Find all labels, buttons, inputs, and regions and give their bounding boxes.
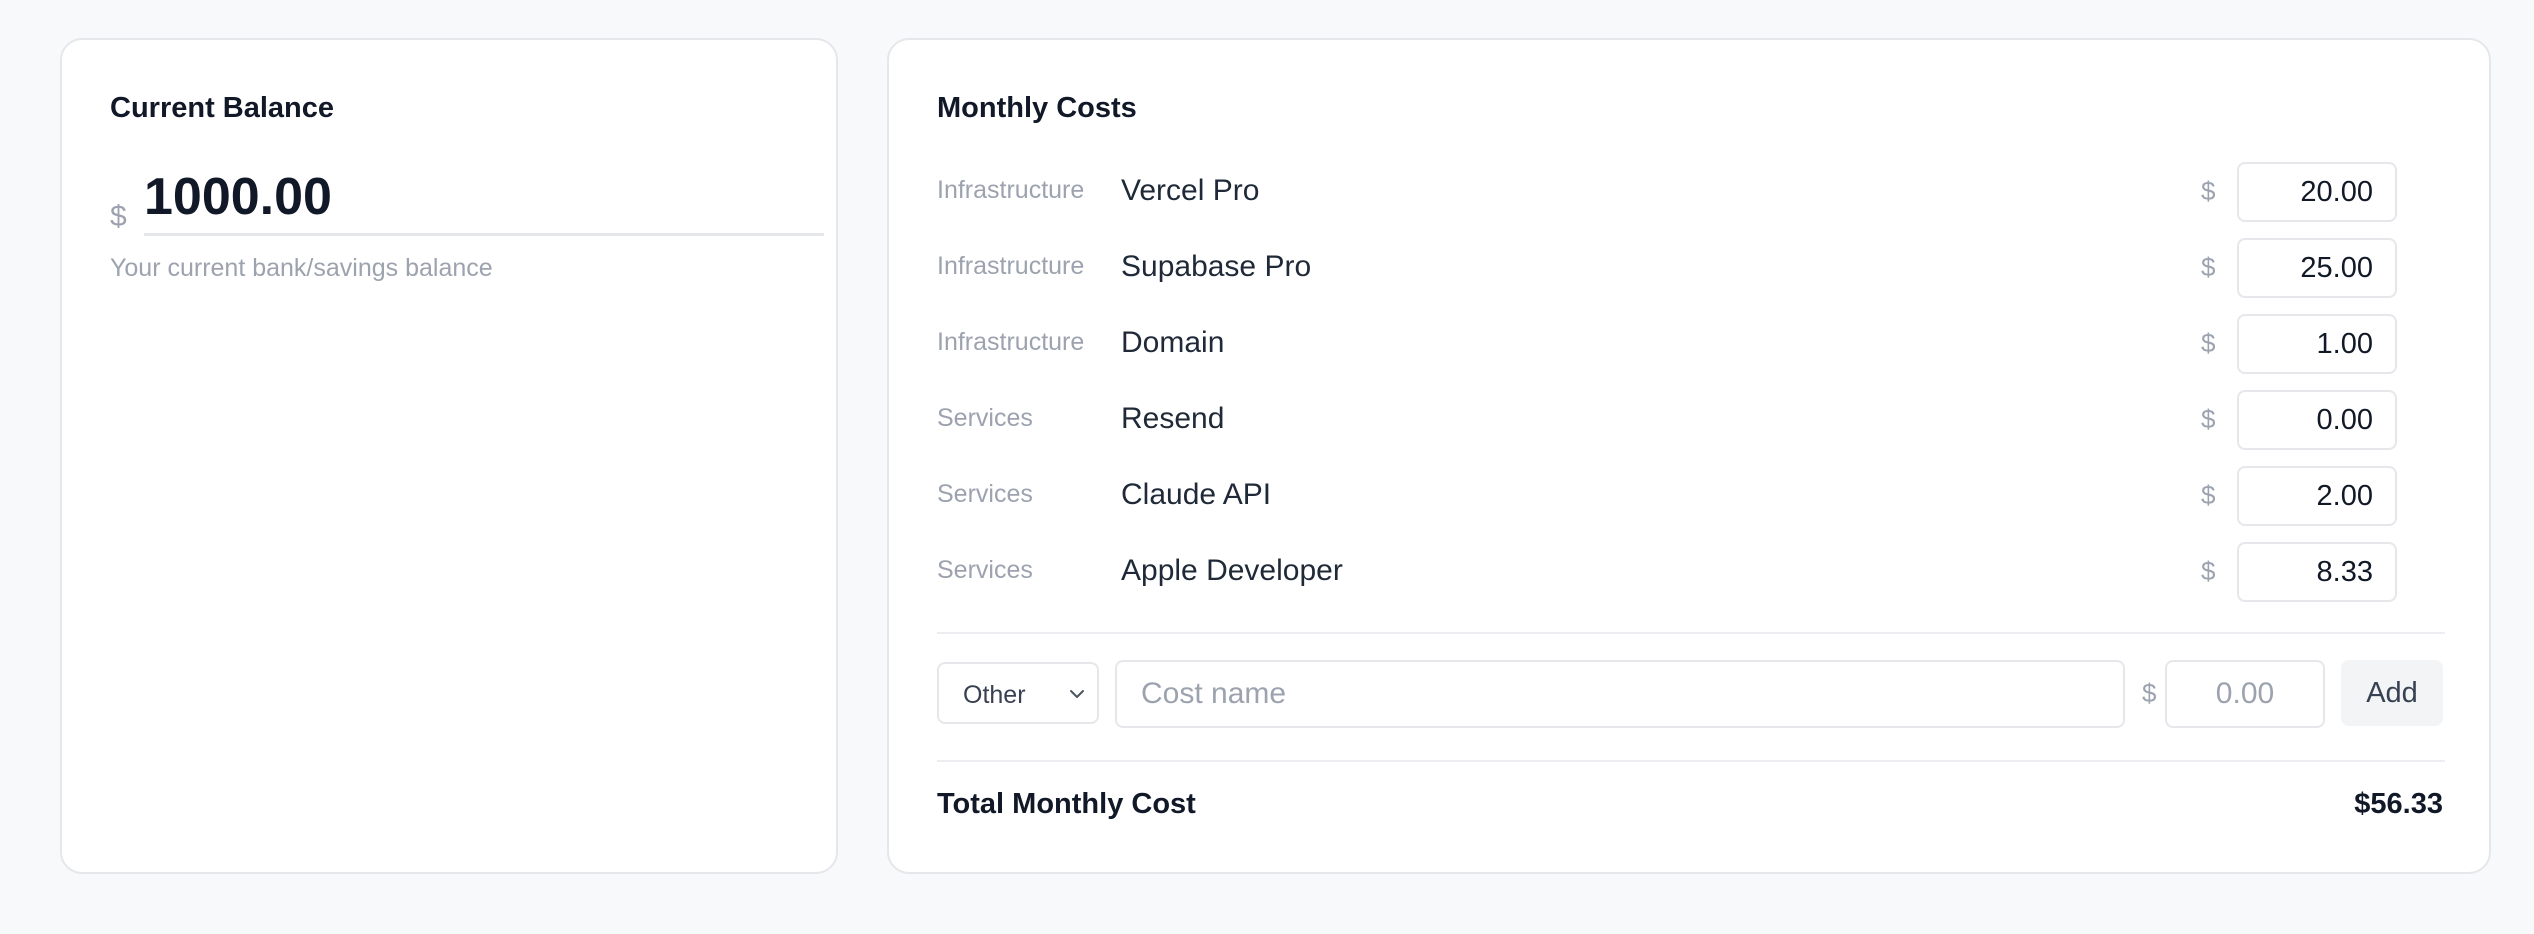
total-monthly-cost-label: Total Monthly Cost bbox=[937, 788, 1196, 820]
cost-name: Claude API bbox=[1121, 478, 1272, 511]
balance-title: Current Balance bbox=[110, 92, 335, 124]
cost-row: Services Claude API $ bbox=[937, 466, 2447, 526]
cost-amount-input[interactable] bbox=[2237, 390, 2397, 450]
cost-amount-input[interactable] bbox=[2237, 542, 2397, 602]
divider bbox=[937, 760, 2445, 762]
divider bbox=[937, 632, 2445, 634]
monthly-costs-card: Monthly Costs Infrastructure Vercel Pro … bbox=[887, 38, 2491, 874]
category-select[interactable]: Other bbox=[937, 662, 1099, 724]
add-cost-button[interactable]: Add bbox=[2341, 660, 2443, 726]
cost-name: Resend bbox=[1121, 402, 1225, 435]
cost-row: Infrastructure Supabase Pro $ bbox=[937, 238, 2447, 298]
cost-currency-symbol: $ bbox=[2201, 556, 2216, 586]
cost-name: Supabase Pro bbox=[1121, 250, 1312, 283]
cost-category: Services bbox=[937, 404, 1033, 432]
cost-amount-input[interactable] bbox=[2237, 238, 2397, 298]
cost-name-input[interactable] bbox=[1115, 660, 2125, 728]
cost-amount-input[interactable] bbox=[2237, 466, 2397, 526]
balance-help-text: Your current bank/savings balance bbox=[110, 254, 493, 282]
cost-currency-symbol: $ bbox=[2201, 176, 2216, 206]
balance-input[interactable] bbox=[144, 160, 824, 236]
cost-name: Apple Developer bbox=[1121, 554, 1343, 587]
cost-row: Services Apple Developer $ bbox=[937, 542, 2447, 602]
cost-category: Infrastructure bbox=[937, 176, 1085, 204]
cost-category: Services bbox=[937, 556, 1033, 584]
cost-category: Infrastructure bbox=[937, 252, 1085, 280]
cost-category: Services bbox=[937, 480, 1033, 508]
new-cost-currency-symbol: $ bbox=[2142, 678, 2157, 708]
cost-currency-symbol: $ bbox=[2201, 404, 2216, 434]
monthly-costs-title: Monthly Costs bbox=[937, 92, 1137, 124]
new-cost-amount-input[interactable] bbox=[2165, 660, 2325, 728]
cost-name: Domain bbox=[1121, 326, 1225, 359]
chevron-down-icon bbox=[1070, 690, 1084, 698]
total-monthly-cost-value: $56.33 bbox=[2354, 788, 2443, 820]
add-cost-row: Other $ Add bbox=[937, 660, 2447, 728]
cost-category: Infrastructure bbox=[937, 328, 1085, 356]
cost-currency-symbol: $ bbox=[2201, 480, 2216, 510]
cost-row: Infrastructure Domain $ bbox=[937, 314, 2447, 374]
cost-currency-symbol: $ bbox=[2201, 328, 2216, 358]
cost-currency-symbol: $ bbox=[2201, 252, 2216, 282]
cost-amount-input[interactable] bbox=[2237, 314, 2397, 374]
cost-amount-input[interactable] bbox=[2237, 162, 2397, 222]
balance-field: $ bbox=[110, 160, 824, 236]
category-select-value: Other bbox=[963, 681, 1026, 709]
cost-name: Vercel Pro bbox=[1121, 174, 1260, 207]
cost-row: Infrastructure Vercel Pro $ bbox=[937, 162, 2447, 222]
cost-row: Services Resend $ bbox=[937, 390, 2447, 450]
balance-currency-symbol: $ bbox=[110, 200, 127, 233]
balance-card: Current Balance $ Your current bank/savi… bbox=[60, 38, 838, 874]
